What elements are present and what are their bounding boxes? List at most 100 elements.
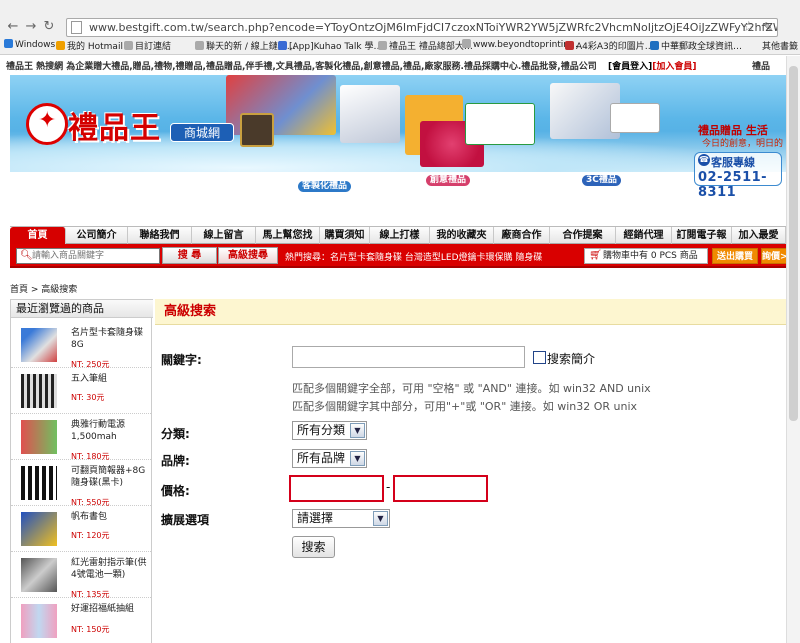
star-icon[interactable]: ☆ xyxy=(742,19,755,36)
product-award-image xyxy=(240,113,274,147)
product-name[interactable]: 典雅行動電源 1,500mah xyxy=(71,419,149,443)
menu-item[interactable]: 公司簡介 xyxy=(66,227,128,244)
bookmark-item[interactable]: Windows xyxy=(4,39,55,50)
search-description-checkbox[interactable] xyxy=(533,351,546,364)
hot-search-links[interactable]: 熱門搜尋：名片型卡套隨身碟 台灣造型LED燈鑰卡環保購 隨身碟 xyxy=(285,250,542,263)
recent-item[interactable]: 可翻頁簡報器+8G隨身碟(黑卡) NT: 550元 xyxy=(11,460,151,507)
menu-item[interactable]: 線上留言 xyxy=(192,227,256,244)
product-name[interactable]: 帆布書包 xyxy=(71,511,149,523)
brand-select[interactable]: 所有品牌 ▼ xyxy=(292,449,367,468)
bookmark-item[interactable]: [App]Kuhao Talk 學… xyxy=(278,39,382,52)
product-thumbnail[interactable] xyxy=(21,558,57,592)
page-scrollbar[interactable] xyxy=(786,56,800,643)
sidebar-title: 最近瀏覽過的商品 xyxy=(11,299,153,318)
bookmark-icon xyxy=(462,39,471,48)
checkout-button[interactable]: 送出購買>> xyxy=(712,248,758,278)
help-text-or: 匹配多個關鍵字其中部分，可用"+"或 "OR" 連接。如 win32 OR un… xyxy=(292,400,638,413)
advanced-search-form: 高級搜索 關鍵字: 搜索簡介 匹配多個關鍵字全部，可用 "空格" 或 "AND"… xyxy=(155,299,786,643)
address-bar[interactable]: www.bestgift.com.tw/search.php?encode=YT… xyxy=(66,18,778,37)
product-name[interactable]: 五入筆組 xyxy=(71,373,149,385)
bookmark-icon xyxy=(650,41,659,50)
recent-item[interactable]: 名片型卡套隨身碟 8G NT: 250元 xyxy=(11,322,151,369)
menu-item[interactable]: 經銷代理 xyxy=(616,227,672,244)
bookmark-item[interactable]: www.beyondtoprintin… xyxy=(462,39,578,50)
bookmark-icon xyxy=(278,41,287,50)
bookmark-label: 中華郵政全球資訊… xyxy=(661,42,743,52)
search-input[interactable] xyxy=(32,249,158,263)
login-link[interactable]: [會員登入] xyxy=(608,62,652,72)
menu-item[interactable]: 首頁 xyxy=(10,227,66,244)
site-banner[interactable]: ✦ 禮品王 商城網 xyxy=(10,75,786,172)
keyword-label: 關鍵字: xyxy=(161,353,202,367)
recent-item[interactable]: 好運招福紙抽組 NT: 150元 xyxy=(11,598,151,643)
advanced-search-button[interactable]: 高級搜尋 xyxy=(218,247,278,264)
extension-select[interactable]: 請選擇 ▼ xyxy=(292,509,390,528)
menu-item[interactable]: 線上打樣 xyxy=(370,227,430,244)
bookmark-label: Windows xyxy=(15,40,56,50)
recent-item[interactable]: 帆布書包 NT: 120元 xyxy=(11,506,151,552)
bookmark-item[interactable]: A4彩A3的印圖片… xyxy=(565,39,654,52)
bookmarks-bar: Windows 我的 Hotmail 目訂連結 聯天的新 / 線上鏈接… [App]Ku… xyxy=(0,38,800,54)
menu-item[interactable]: 訂閱電子報 xyxy=(672,227,732,244)
join-link[interactable]: [加入會員] xyxy=(652,62,696,72)
member-links: [會員登入][加入會員] xyxy=(608,59,696,72)
recent-item[interactable]: 五入筆組 NT: 30元 xyxy=(11,368,151,414)
site-logo[interactable]: 禮品王 xyxy=(68,103,161,147)
product-thumbnail[interactable] xyxy=(21,374,57,408)
forward-icon[interactable]: → xyxy=(24,20,38,34)
product-price: NT: 150元 xyxy=(71,625,110,634)
recent-item[interactable]: 紅光雷射指示筆(供4號電池一顆) NT: 135元 xyxy=(11,552,151,599)
other-bookmarks[interactable]: 其他書籤 xyxy=(762,39,798,52)
price-min-input[interactable] xyxy=(289,475,384,502)
product-name[interactable]: 好運招福紙抽組 xyxy=(71,603,149,615)
help-text-and: 匹配多個關鍵字全部，可用 "空格" 或 "AND" 連接。如 win32 AND… xyxy=(292,382,651,395)
search-button[interactable]: 搜 尋 xyxy=(162,247,217,264)
bookmark-item[interactable]: 禮品王 禮品總部大… xyxy=(378,39,473,52)
bookmark-icon xyxy=(565,41,574,50)
wrench-icon[interactable]: ✎ xyxy=(763,19,773,36)
extension-label: 擴展選項 xyxy=(161,513,210,527)
bookmark-label: 目訂連結 xyxy=(135,42,172,52)
menu-item[interactable]: 聯絡我們 xyxy=(128,227,192,244)
scroll-thumb[interactable] xyxy=(789,66,798,421)
menu-item[interactable]: 加入最愛 xyxy=(732,227,786,244)
star-logo-icon: ✦ xyxy=(38,108,57,133)
bookmark-item[interactable]: 中華郵政全球資訊… xyxy=(650,39,742,52)
category-select[interactable]: 所有分類 ▼ xyxy=(292,421,367,440)
product-name[interactable]: 名片型卡套隨身碟 8G xyxy=(71,327,149,351)
product-thumbnail[interactable] xyxy=(21,466,57,500)
menu-item[interactable]: 合作提案 xyxy=(550,227,616,244)
recent-item[interactable]: 典雅行動電源 1,500mah NT: 180元 xyxy=(11,414,151,461)
brand-label: 品牌: xyxy=(161,454,190,468)
bookmark-label: 禮品王 禮品總部大… xyxy=(389,42,473,52)
topline-link[interactable]: 禮品 xyxy=(752,59,770,72)
bookmark-icon xyxy=(195,41,204,50)
product-thumbnail[interactable] xyxy=(21,604,57,638)
product-thumbnail[interactable] xyxy=(21,420,57,454)
bookmark-item[interactable]: 我的 Hotmail xyxy=(56,39,123,52)
search-submit-button[interactable]: 搜索 xyxy=(292,536,335,558)
keyword-input[interactable] xyxy=(292,346,525,368)
url-text: www.bestgift.com.tw/search.php?encode=YT… xyxy=(89,21,777,34)
inquiry-button[interactable]: 詢價>> xyxy=(761,248,786,264)
product-name[interactable]: 紅光雷射指示筆(供4號電池一顆) xyxy=(71,557,149,581)
product-thumbnail[interactable] xyxy=(21,328,57,362)
bookmark-icon xyxy=(124,41,133,50)
mall-badge: 商城網 xyxy=(170,123,234,142)
product-name[interactable]: 可翻頁簡報器+8G隨身碟(黑卡) xyxy=(71,465,149,489)
cart-summary[interactable]: 🛒︎ 購物車中有 0 PCS 商品 xyxy=(584,248,708,264)
menu-item[interactable]: 廠商合作 xyxy=(494,227,550,244)
menu-item[interactable]: 我的收藏夾 xyxy=(430,227,494,244)
bookmark-label: www.beyondtoprintin… xyxy=(473,40,579,50)
product-thumbnail[interactable] xyxy=(21,512,57,546)
menu-item[interactable]: 購買須知 xyxy=(320,227,370,244)
bookmark-item[interactable]: 目訂連結 xyxy=(124,39,171,52)
back-icon[interactable]: ← xyxy=(6,20,20,34)
breadcrumb[interactable]: 首頁 > 高級搜索 xyxy=(10,282,77,295)
page-title: 高級搜索 xyxy=(155,299,786,325)
logo-mark: ✦ xyxy=(26,103,68,145)
service-phone: 02-2511-8311 xyxy=(698,170,768,200)
reload-icon[interactable]: ↻ xyxy=(42,20,56,34)
menu-item[interactable]: 馬上幫您找 xyxy=(256,227,320,244)
price-max-input[interactable] xyxy=(393,475,488,502)
